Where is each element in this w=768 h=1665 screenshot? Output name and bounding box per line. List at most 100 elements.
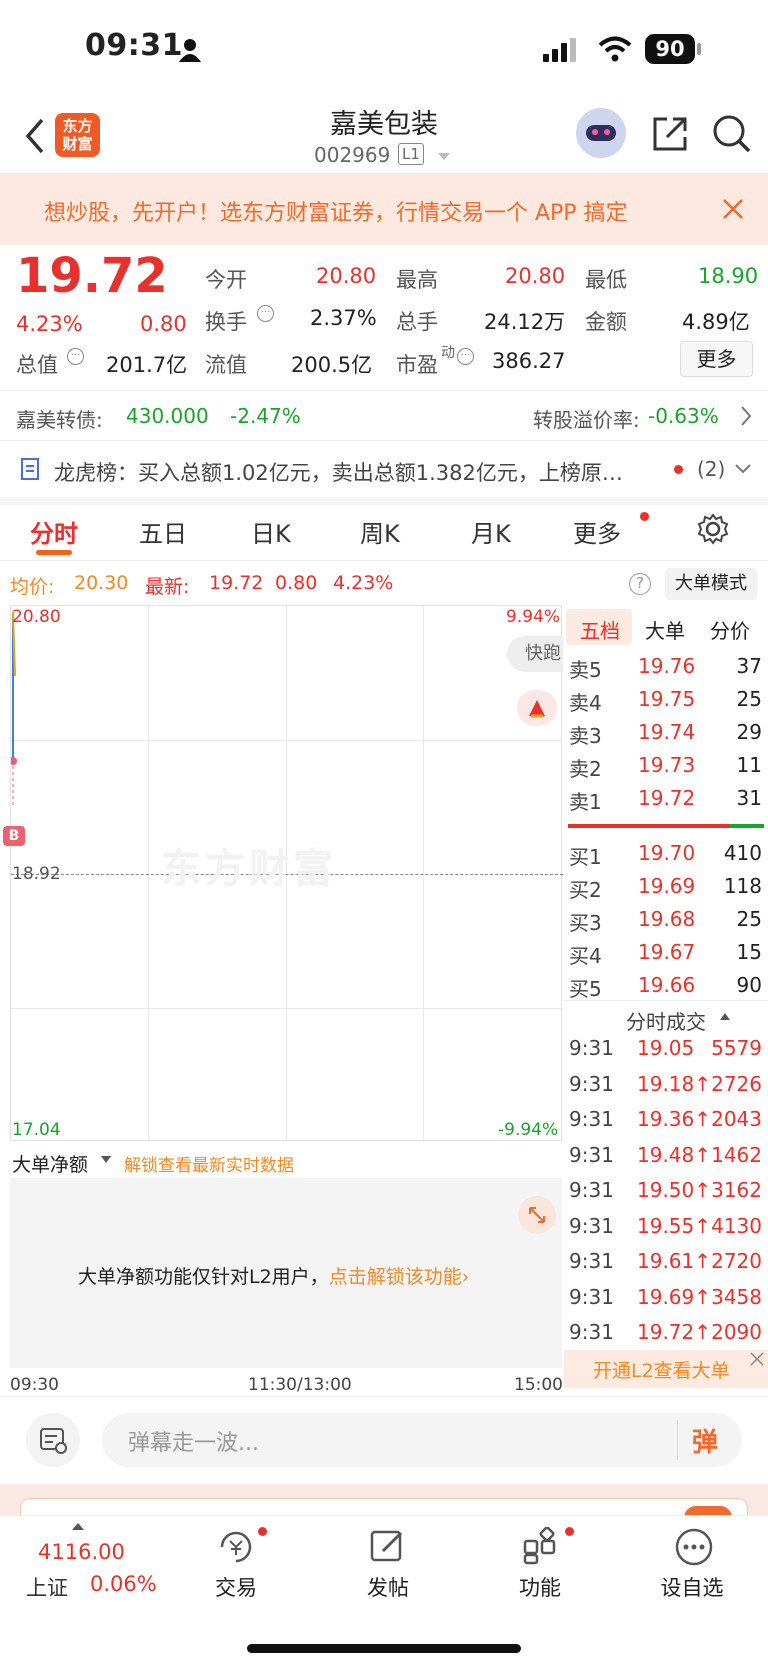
chevron-right-icon[interactable]: › (462, 1266, 470, 1288)
bid-price[interactable]: 19.70 (638, 841, 695, 865)
tick-volume: 2043 (711, 1107, 762, 1131)
bid-price[interactable]: 19.68 (638, 907, 695, 931)
index-pct[interactable]: 0.06% (90, 1572, 157, 1596)
tab-price-dist[interactable]: 分价 (710, 615, 750, 644)
ask-price[interactable]: 19.72 (638, 786, 695, 810)
chevron-down-icon[interactable] (735, 464, 751, 474)
last-change: 0.80 (275, 572, 318, 594)
bid-price[interactable]: 19.66 (638, 973, 695, 997)
info-icon[interactable]: ··· (457, 348, 474, 365)
l2-link[interactable]: 开通L2查看大单 (593, 1356, 730, 1383)
danmaku-settings-icon[interactable] (26, 1413, 80, 1467)
index-value[interactable]: 4116.00 (38, 1540, 125, 1564)
premium-value[interactable]: -0.63% (648, 404, 719, 428)
trade-icon[interactable] (216, 1527, 256, 1567)
unlock-feature-link[interactable]: 点击解锁该功能 (329, 1266, 462, 1288)
y-min: 17.04 (12, 1120, 61, 1140)
gear-icon[interactable] (697, 513, 729, 545)
ask-price[interactable]: 19.75 (638, 687, 695, 711)
divider (0, 440, 768, 441)
tab-intraday[interactable]: 分时 (30, 514, 78, 549)
tick-volume: 3162 (711, 1178, 762, 1202)
more-dots-icon[interactable] (674, 1527, 714, 1567)
comment-input[interactable]: 弹幕走一波... (128, 1425, 259, 1457)
nav-post[interactable]: 发帖 (333, 1572, 443, 1602)
nav-trade[interactable]: 交易 (181, 1572, 291, 1602)
status-bar: 09:31 90 (0, 0, 768, 100)
chevron-right-icon[interactable] (740, 405, 752, 427)
index-name[interactable]: 上证 (26, 1572, 68, 1602)
info-icon[interactable]: ··· (257, 305, 274, 322)
apps-icon[interactable] (522, 1527, 560, 1565)
bond-price[interactable]: 430.000 (126, 404, 209, 428)
float-value: 200.5亿 (291, 353, 373, 377)
bid-price[interactable]: 19.69 (638, 874, 695, 898)
info-icon[interactable]: ··· (67, 348, 84, 365)
buy-marker[interactable]: B (3, 826, 25, 846)
intraday-chart[interactable]: 东方财富 B 快跑 (3, 605, 563, 1142)
tick-price: 19.48↑ (637, 1142, 712, 1167)
search-icon[interactable] (712, 114, 752, 154)
nav-functions[interactable]: 功能 (485, 1572, 595, 1602)
tab-five-day[interactable]: 五日 (139, 514, 187, 549)
nav-add-watchlist[interactable]: 设自选 (637, 1572, 747, 1602)
tab-big-order[interactable]: 大单 (645, 615, 685, 644)
tab-month-k[interactable]: 月K (471, 514, 511, 549)
bond-pct[interactable]: -2.47% (230, 404, 301, 428)
robot-avatar-icon[interactable] (576, 108, 626, 158)
float-label: 流值 (205, 353, 247, 377)
chevron-down-icon[interactable] (101, 1156, 111, 1164)
big-order-mode-button[interactable]: 大单模式 (665, 568, 757, 600)
compose-icon[interactable] (369, 1527, 407, 1565)
pct-max: 9.94% (506, 607, 561, 627)
time-start: 09:30 (10, 1375, 59, 1395)
tick-time: 9:31 (569, 1142, 614, 1167)
caret-up-icon[interactable] (720, 1012, 730, 1020)
tab-day-k[interactable]: 日K (251, 514, 291, 549)
tab-five-level[interactable]: 五档 (580, 615, 620, 644)
share-icon[interactable] (651, 115, 689, 153)
premium-label[interactable]: 转股溢价率: (533, 404, 640, 433)
person-icon (179, 39, 201, 62)
low-value: 18.90 (698, 264, 759, 288)
promo-text[interactable]: 想炒股，先开户！选东方财富证券，行情交易一个 APP 搞定 (44, 195, 694, 227)
bond-label[interactable]: 嘉美转债: (16, 404, 103, 433)
net-dropdown[interactable]: 大单净额 (12, 1150, 88, 1177)
net-message: 大单净额功能仅针对L2用户，点击解锁该功能› (78, 1262, 469, 1289)
open-label: 今开 (205, 268, 247, 292)
signal-icon (543, 38, 576, 62)
close-icon[interactable] (722, 198, 744, 220)
ask-price[interactable]: 19.74 (638, 720, 695, 744)
volume-label: 总手 (396, 310, 438, 334)
unlock-link[interactable]: 解锁查看最新实时数据 (124, 1151, 294, 1176)
level-badge[interactable]: L1 (398, 143, 424, 165)
tab-week-k[interactable]: 周K (360, 514, 400, 549)
danmaku-send-button[interactable]: 弹 (692, 1422, 718, 1459)
ask-price[interactable]: 19.73 (638, 753, 695, 777)
expand-icon[interactable] (518, 1196, 556, 1234)
lhb-count[interactable]: (2) (697, 457, 725, 481)
gift-icon[interactable] (517, 690, 557, 726)
divider (0, 1396, 768, 1397)
bid-volume: 25 (736, 907, 762, 931)
ask-volume: 37 (736, 654, 762, 678)
help-icon[interactable]: ? (629, 573, 651, 595)
document-icon (21, 458, 39, 480)
tick-time: 9:31 (569, 1213, 614, 1238)
chevron-down-icon[interactable] (437, 152, 451, 162)
quick-run-tag[interactable]: 快跑 (507, 636, 563, 672)
divider (677, 1420, 678, 1460)
high-value: 20.80 (505, 264, 566, 288)
more-button[interactable]: 更多 (680, 341, 753, 377)
ask-volume: 31 (736, 786, 762, 810)
tick-time: 9:31 (569, 1284, 614, 1309)
ask-price[interactable]: 19.76 (638, 654, 695, 678)
bid-price[interactable]: 19.67 (638, 940, 695, 964)
tab-more[interactable]: 更多 (573, 514, 621, 549)
caret-up-icon[interactable] (72, 1522, 84, 1530)
lhb-text[interactable]: 龙虎榜：买入总额1.02亿元，卖出总额1.382亿元，上榜原… (54, 457, 664, 487)
y-max: 20.80 (12, 607, 61, 627)
tick-price: 19.50↑ (637, 1178, 712, 1202)
ticks-title[interactable]: 分时成交 (626, 1006, 706, 1035)
close-icon[interactable] (749, 1351, 765, 1367)
